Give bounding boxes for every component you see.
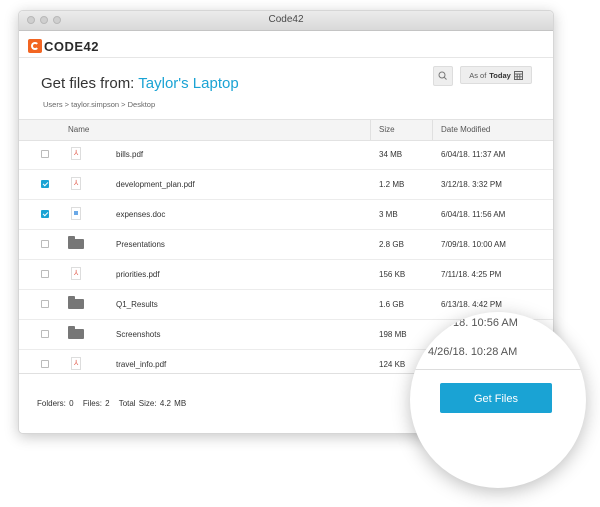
table-row[interactable]: Presentations 2.8 GB 7/09/18. 10:00 AM xyxy=(19,230,553,260)
table-row[interactable]: priorities.pdf 156 KB 7/11/18. 4:25 PM xyxy=(19,260,553,290)
column-divider xyxy=(370,120,371,140)
date-modified: 3/12/18. 3:32 PM xyxy=(441,180,502,189)
code42-logo-icon xyxy=(28,39,42,53)
column-divider xyxy=(432,120,433,140)
search-icon xyxy=(438,71,447,80)
column-header-size[interactable]: Size xyxy=(379,125,395,134)
folder-icon xyxy=(68,326,84,339)
get-files-button[interactable]: Get Files xyxy=(440,383,552,413)
as-of-label: As of xyxy=(469,70,487,80)
table-row[interactable]: development_plan.pdf 1.2 MB 3/12/18. 3:32 … xyxy=(19,170,553,200)
column-header-date[interactable]: Date Modified xyxy=(441,125,490,134)
file-size: 156 KB xyxy=(379,270,406,279)
zoomed-date-modified: 4/26/18. 10:28 AM xyxy=(428,346,518,358)
file-size: 3 MB xyxy=(379,210,398,219)
file-size: 2.8 GB xyxy=(379,240,404,249)
file-name: travel_info.pdf xyxy=(116,360,167,369)
row-checkbox[interactable] xyxy=(41,150,49,158)
date-modified: 6/04/18. 11:37 AM xyxy=(441,150,506,159)
row-checkbox[interactable] xyxy=(41,300,49,308)
folder-icon xyxy=(68,236,84,249)
as-of-date-button[interactable]: As of Today xyxy=(460,66,532,84)
row-checkbox[interactable] xyxy=(41,270,49,278)
file-name: expenses.doc xyxy=(116,210,166,219)
title-bar: Code42 xyxy=(19,11,553,31)
calendar-icon xyxy=(513,70,523,80)
files-count: Files: 2 xyxy=(82,399,110,408)
row-checkbox[interactable] xyxy=(41,240,49,248)
table-row[interactable]: expenses.doc 3 MB 6/04/18. 11:56 AM xyxy=(19,200,553,230)
title-prefix: Get files from: xyxy=(41,75,139,92)
folder-icon xyxy=(68,296,84,309)
file-name: development_plan.pdf xyxy=(116,180,195,189)
zoomed-date-modified: /18. 10:56 AM xyxy=(450,317,518,329)
device-name-link[interactable]: Taylor's Laptop xyxy=(138,75,238,92)
total-size: Total Size: 4.2 MB xyxy=(118,399,187,408)
search-button[interactable] xyxy=(433,66,453,86)
document-file-icon xyxy=(71,207,81,220)
page-title: Get files from: Taylor's Laptop xyxy=(41,75,239,92)
row-checkbox[interactable] xyxy=(41,210,49,218)
file-size: 198 MB xyxy=(379,330,407,339)
date-modified: 7/11/18. 4:25 PM xyxy=(441,270,502,279)
file-size: 34 MB xyxy=(379,150,403,159)
breadcrumb[interactable]: Users > taylor.simpson > Desktop xyxy=(43,100,155,109)
date-modified: 7/09/18. 10:00 AM xyxy=(441,240,506,249)
table-header: Name Size Date Modified xyxy=(19,119,553,141)
file-name: Presentations xyxy=(116,240,165,249)
date-modified: 6/13/18. 4:42 PM xyxy=(441,300,502,309)
window-title: Code42 xyxy=(268,14,304,25)
file-name: Q1_Results xyxy=(116,300,158,309)
zoom-callout: /18. 10:56 AM 4/26/18. 10:28 AM Get File… xyxy=(410,312,586,488)
table-row[interactable]: bills.pdf 34 MB 6/04/18. 11:37 AM xyxy=(19,140,553,170)
folders-count: Folders: 0 xyxy=(37,399,74,408)
file-name: priorities.pdf xyxy=(116,270,160,279)
file-name: bills.pdf xyxy=(116,150,144,159)
brand-bar: CODE42 xyxy=(19,31,553,58)
pdf-file-icon xyxy=(71,177,81,190)
file-size: 1.2 MB xyxy=(379,180,405,189)
file-name: Screenshots xyxy=(116,330,161,339)
selection-summary: Folders: 0 Files: 2 Total Size: 4.2 MB xyxy=(37,399,192,408)
logo-text: CODE42 xyxy=(44,38,100,54)
file-size: 124 KB xyxy=(379,360,406,369)
row-checkbox[interactable] xyxy=(41,330,49,338)
as-of-value: Today xyxy=(489,70,511,80)
row-checkbox[interactable] xyxy=(41,360,49,368)
column-header-name[interactable]: Name xyxy=(68,125,89,134)
row-checkbox[interactable] xyxy=(41,180,49,188)
pdf-file-icon xyxy=(71,267,81,280)
file-size: 1.6 GB xyxy=(379,300,404,309)
pdf-file-icon xyxy=(71,147,81,160)
pdf-file-icon xyxy=(71,357,81,370)
row-divider xyxy=(410,369,586,370)
date-modified: 6/04/18. 11:56 AM xyxy=(441,210,506,219)
